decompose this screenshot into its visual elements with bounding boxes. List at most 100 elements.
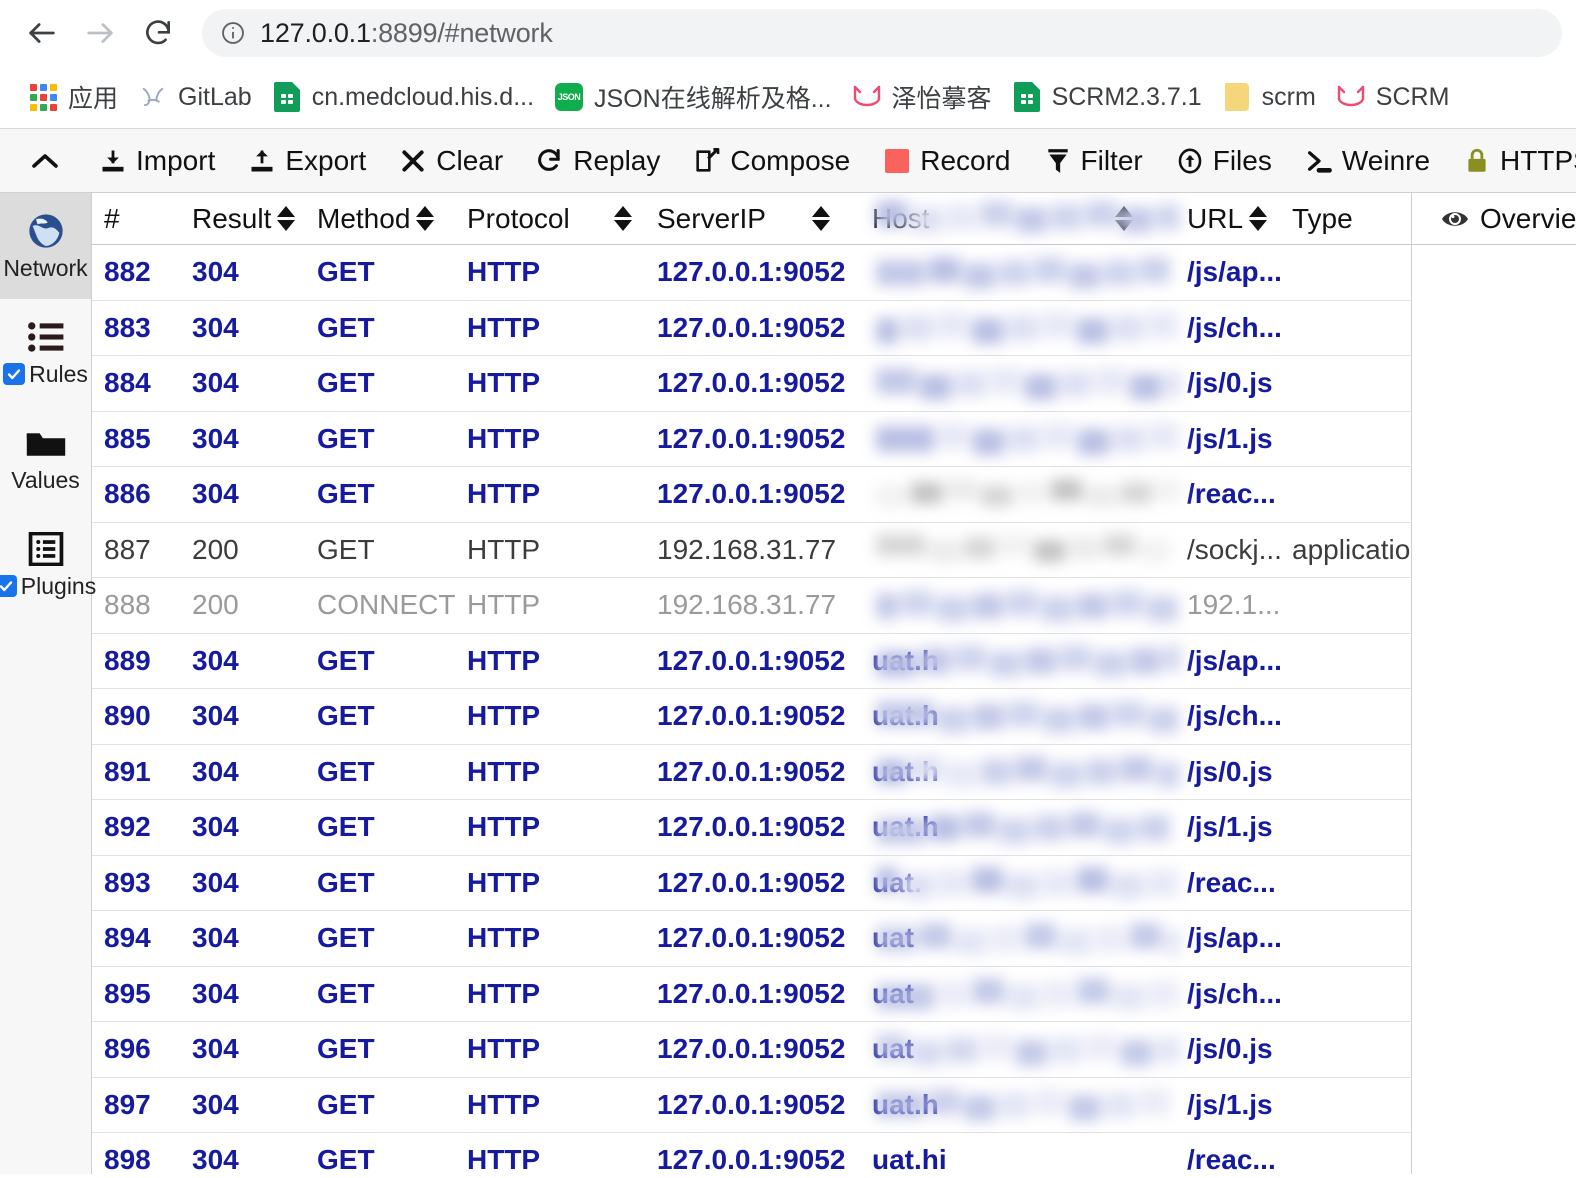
sidebar-item-rules[interactable]: Rules [0, 299, 91, 405]
network-area: # Result Method Protocol ServerIP Host U… [92, 193, 1576, 1174]
toolbar-label: Weinre [1341, 144, 1431, 176]
back-button[interactable] [14, 5, 70, 61]
plugins-checkbox[interactable] [0, 575, 17, 597]
filter-button[interactable]: Filter [1027, 130, 1159, 192]
table-row[interactable]: 891 304 GET HTTP 127.0.0.1:9052 uat.h/js/0.js [92, 745, 1411, 800]
bookmark-mockplus-zeyi[interactable]: 泽怡摹客 [846, 75, 1006, 119]
bookmark-json-parser[interactable]: JSON JSON在线解析及格... [548, 75, 846, 119]
column-header-type[interactable]: Type [1292, 193, 1411, 245]
bookmarks-bar: 应用 GitLab cn.medcloud.his.d... JSON JSON… [0, 66, 1576, 128]
cell-method: GET [317, 533, 375, 565]
forward-button[interactable] [72, 5, 128, 61]
compose-button[interactable]: Compose [676, 130, 866, 192]
table-row[interactable]: 886 304 GET HTTP 127.0.0.1:9052/reac... [92, 467, 1411, 523]
record-square-icon [882, 146, 912, 176]
cell-num: 890 [104, 700, 151, 732]
sort-icon[interactable] [1249, 206, 1268, 231]
table-row[interactable]: 894 304 GET HTTP 127.0.0.1:9052 uat/js/ap... [92, 911, 1411, 967]
table-row[interactable]: 887 200 GET HTTP 192.168.31.77/sockj... appli… [92, 523, 1411, 578]
https-button[interactable]: HTTPS [1446, 130, 1576, 192]
column-header-num[interactable]: # [92, 193, 192, 245]
weinre-button[interactable]: Weinre [1288, 130, 1446, 192]
table-row[interactable]: 895 304 GET HTTP 127.0.0.1:9052 uat/js/ch... [92, 967, 1411, 1022]
site-info-icon[interactable] [220, 20, 246, 46]
table-row[interactable]: 892 304 GET HTTP 127.0.0.1:9052 uat.h/js/1.js [92, 800, 1411, 856]
export-button[interactable]: Export [231, 130, 382, 192]
table-row[interactable]: 883 304 GET HTTP 127.0.0.1:9052/js/ch... [92, 301, 1411, 356]
cell-url: /js/1.js [1187, 811, 1273, 843]
table-row[interactable]: 890 304 GET HTTP 127.0.0.1:9052 uat.h/js/ch..… [92, 689, 1411, 745]
bookmark-scrm-sheet[interactable]: SCRM2.3.7.1 [1006, 78, 1216, 116]
address-bar[interactable]: 127.0.0.1:8899/#network [202, 9, 1562, 57]
export-icon [247, 146, 277, 176]
bookmark-scrm-folder[interactable]: scrm [1216, 78, 1330, 116]
sort-icon[interactable] [811, 206, 830, 231]
cell-serverip: 127.0.0.1:9052 [657, 811, 846, 843]
tab-overview[interactable]: Overview [1412, 193, 1576, 245]
clear-button[interactable]: Clear [382, 130, 519, 192]
sort-icon[interactable] [613, 206, 632, 231]
collapse-toolbar-button[interactable] [20, 130, 82, 192]
sidebar-item-values[interactable]: Values [0, 405, 91, 511]
cell-url: /js/ap... [1187, 256, 1282, 288]
replay-button[interactable]: Replay [519, 130, 676, 192]
table-row[interactable]: 888 200 CONNECT HTTP 192.168.31.77 192.1... [92, 578, 1411, 634]
cell-method: GET [317, 1088, 375, 1120]
cell-url: /js/ch... [1187, 311, 1282, 343]
bookmark-apps[interactable]: 应用 [22, 75, 132, 119]
cell-result: 304 [192, 367, 239, 399]
eye-icon [1440, 206, 1470, 232]
cell-num: 893 [104, 866, 151, 898]
cell-result: 304 [192, 644, 239, 676]
bookmark-medcloud[interactable]: cn.medcloud.his.d... [266, 78, 548, 116]
toolbar-label: HTTPS [1500, 144, 1576, 176]
google-sheets-icon [1012, 82, 1042, 112]
cell-method: GET [317, 922, 375, 954]
browser-chrome: 127.0.0.1:8899/#network 应用 GitLab cn.med… [0, 0, 1576, 128]
cell-url: /reac... [1187, 1144, 1276, 1174]
sort-icon[interactable] [1114, 206, 1133, 231]
import-button[interactable]: Import [82, 130, 231, 192]
cell-serverip: 127.0.0.1:9052 [657, 700, 846, 732]
sidebar-item-plugins[interactable]: Plugins [0, 511, 96, 617]
cell-host: uat.hi [872, 1144, 947, 1174]
sidebar-item-network[interactable]: Network [0, 193, 91, 299]
bookmark-mockplus-scrm[interactable]: SCRM [1330, 78, 1464, 116]
filter-funnel-icon [1043, 146, 1073, 176]
cell-result: 304 [192, 422, 239, 454]
cell-method: GET [317, 755, 375, 787]
table-row[interactable]: 897 304 GET HTTP 127.0.0.1:9052 uat.h/js/1.js [92, 1078, 1411, 1133]
table-row[interactable]: 889 304 GET HTTP 127.0.0.1:9052 uat.h/js/ap..… [92, 634, 1411, 689]
cell-url: /sockj... [1187, 533, 1282, 565]
rules-checkbox[interactable] [3, 363, 26, 385]
sidebar-item-label: Plugins [20, 572, 97, 599]
column-header-protocol[interactable]: Protocol [467, 193, 657, 245]
cell-url: 192.1... [1187, 589, 1281, 621]
table-row[interactable]: 884 304 GET HTTP 127.0.0.1:9052/js/0.js [92, 356, 1411, 412]
column-header-method[interactable]: Method [317, 193, 467, 245]
column-header-serverip[interactable]: ServerIP [657, 193, 872, 245]
table-row[interactable]: 896 304 GET HTTP 127.0.0.1:9052 uat/js/0.js [92, 1022, 1411, 1078]
column-header-result[interactable]: Result [192, 193, 317, 245]
files-button[interactable]: Files [1159, 130, 1288, 192]
table-row[interactable]: 893 304 GET HTTP 127.0.0.1:9052 uat. /reac... [92, 856, 1411, 911]
cell-result: 304 [192, 1144, 239, 1174]
sort-icon[interactable] [277, 206, 296, 231]
cell-num: 887 [104, 533, 151, 565]
cell-protocol: HTTP [467, 644, 541, 676]
cell-url: /js/0.js [1187, 755, 1273, 787]
cell-method: GET [317, 644, 375, 676]
reload-button[interactable] [130, 5, 186, 61]
column-header-url[interactable]: URL [1187, 193, 1292, 245]
column-header-host[interactable]: Host [872, 193, 1187, 245]
sort-icon[interactable] [416, 206, 435, 231]
cell-serverip: 127.0.0.1:9052 [657, 1144, 846, 1174]
terminal-prompt-icon [1304, 146, 1334, 176]
cell-result: 200 [192, 589, 239, 621]
bookmark-gitlab[interactable]: GitLab [132, 78, 266, 116]
table-row[interactable]: 898 304 GET HTTP 127.0.0.1:9052 uat.hi/reac..… [92, 1133, 1411, 1174]
table-row[interactable]: 882 304 GET HTTP 127.0.0.1:9052/js/ap... [92, 245, 1411, 301]
cell-num: 883 [104, 311, 151, 343]
record-button[interactable]: Record [866, 130, 1026, 192]
table-row[interactable]: 885 304 GET HTTP 127.0.0.1:9052/js/1.js [92, 412, 1411, 467]
